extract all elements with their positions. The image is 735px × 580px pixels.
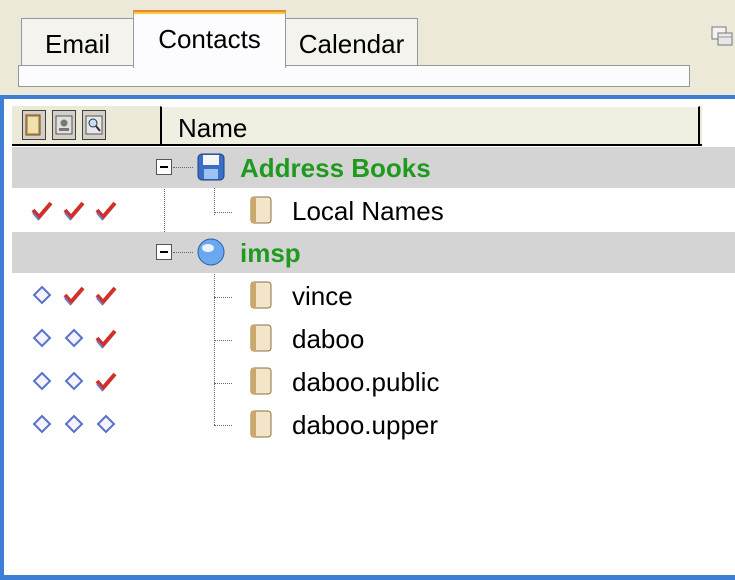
- group-label: Address Books: [240, 153, 431, 183]
- tree-group-row[interactable]: Address Books: [12, 147, 735, 188]
- tree-connector: [173, 167, 193, 168]
- tab-contacts-label: Contacts: [158, 24, 261, 54]
- tab-email[interactable]: Email: [21, 18, 134, 66]
- diamond-icon[interactable]: [30, 369, 54, 393]
- address-book-icon: [250, 281, 272, 309]
- tree-item-row[interactable]: daboo.upper: [12, 404, 735, 445]
- address-book-icon: [250, 410, 272, 438]
- collapse-toggle-icon[interactable]: [156, 159, 172, 175]
- check-mark-icon[interactable]: [62, 283, 86, 307]
- search-book-icon[interactable]: [82, 110, 106, 140]
- group-label: imsp: [240, 238, 301, 268]
- check-mark-icon[interactable]: [94, 283, 118, 307]
- tab-contacts[interactable]: Contacts: [133, 10, 286, 68]
- address-book-icon: [250, 196, 272, 224]
- tab-calendar[interactable]: Calendar: [285, 18, 418, 66]
- tree-item-row[interactable]: daboo: [12, 318, 735, 359]
- collapse-toggle-icon[interactable]: [156, 244, 172, 260]
- check-mark-icon[interactable]: [94, 198, 118, 222]
- address-book-icon: [250, 324, 272, 352]
- tree-item-row[interactable]: daboo.public: [12, 361, 735, 402]
- tree-item-row[interactable]: vince: [12, 275, 735, 316]
- item-label: daboo.upper: [292, 410, 439, 440]
- item-label: daboo: [292, 324, 365, 354]
- address-book-icon: [250, 367, 272, 395]
- floppy-disk-icon: [197, 153, 225, 181]
- window-layout-icon[interactable]: [710, 24, 735, 50]
- diamond-icon[interactable]: [62, 326, 86, 350]
- diamond-icon[interactable]: [30, 326, 54, 350]
- diamond-icon[interactable]: [62, 412, 86, 436]
- tree-item-row[interactable]: Local Names: [12, 190, 735, 231]
- name-column-label: Name: [178, 113, 248, 143]
- diamond-icon[interactable]: [62, 369, 86, 393]
- address-card-icon[interactable]: [52, 110, 76, 140]
- name-column-header[interactable]: Name: [160, 106, 700, 144]
- tree-group-row[interactable]: imsp: [12, 232, 735, 273]
- tab-bar: Email Contacts Calendar: [0, 0, 735, 100]
- check-mark-icon[interactable]: [94, 369, 118, 393]
- tree-connector: [173, 252, 193, 253]
- globe-icon: [197, 238, 225, 266]
- tab-calendar-label: Calendar: [298, 29, 405, 59]
- diamond-icon[interactable]: [30, 283, 54, 307]
- diamond-icon[interactable]: [30, 412, 54, 436]
- tab-email-label: Email: [44, 29, 110, 59]
- panel-bottom-border: [0, 575, 735, 580]
- check-mark-icon[interactable]: [30, 198, 54, 222]
- diamond-icon[interactable]: [94, 412, 118, 436]
- item-label: Local Names: [292, 196, 444, 226]
- open-book-icon[interactable]: [22, 110, 46, 140]
- item-label: daboo.public: [292, 367, 440, 397]
- check-mark-icon[interactable]: [62, 198, 86, 222]
- item-label: vince: [292, 281, 353, 311]
- column-header: Name: [12, 106, 702, 146]
- check-mark-icon[interactable]: [94, 326, 118, 350]
- tab-panel-strip: [18, 65, 690, 87]
